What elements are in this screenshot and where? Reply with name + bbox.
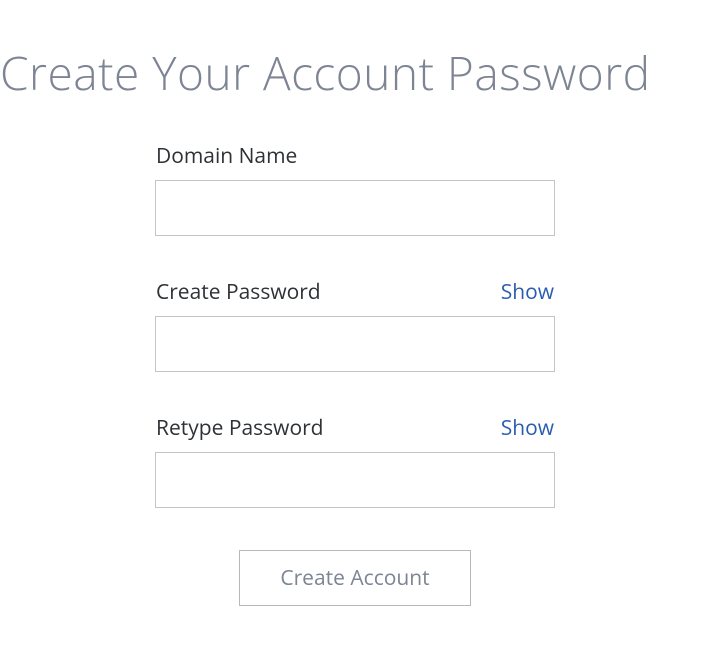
create-account-form: Domain Name Create Password Show Retype …: [155, 142, 555, 606]
create-password-input[interactable]: [155, 316, 555, 372]
retype-password-label: Retype Password: [156, 414, 324, 442]
domain-name-input[interactable]: [155, 180, 555, 236]
domain-name-group: Domain Name: [155, 142, 555, 236]
retype-password-group: Retype Password Show: [155, 414, 555, 508]
show-password-link[interactable]: Show: [501, 278, 554, 306]
create-password-label: Create Password: [156, 278, 321, 306]
create-account-button[interactable]: Create Account: [239, 550, 471, 606]
page-title: Create Your Account Password: [0, 42, 718, 104]
show-retype-password-link[interactable]: Show: [501, 414, 554, 442]
domain-name-label: Domain Name: [156, 142, 297, 170]
retype-password-input[interactable]: [155, 452, 555, 508]
create-password-group: Create Password Show: [155, 278, 555, 372]
